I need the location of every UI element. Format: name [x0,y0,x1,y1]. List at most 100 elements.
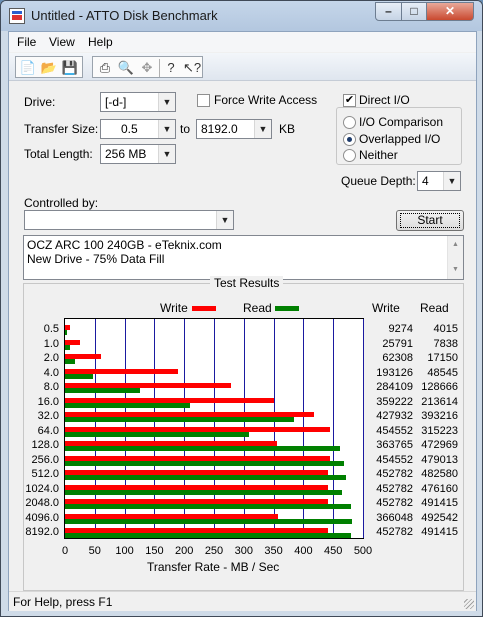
y-tick-label: 2048.0 [25,497,59,509]
read-value: 7838 [433,337,458,350]
chevron-down-icon: ▼ [158,93,175,111]
read-value: 491415 [421,497,458,509]
controlled-by-label: Controlled by: [24,196,99,210]
start-button[interactable]: Start [396,210,464,231]
kb-label: KB [279,122,296,136]
read-bar [65,446,341,451]
print-icon[interactable]: ⎙ [95,59,115,77]
write-legend-label: Write [160,301,188,315]
write-value: 452782 [376,497,413,509]
scroll-up-icon[interactable]: ▲ [452,238,459,252]
transfer-size-label: Transfer Size: [24,122,99,136]
force-write-label: Force Write Access [214,93,318,107]
transfer-to-value: 8192.0 [201,122,238,136]
description-textarea[interactable]: OCZ ARC 100 240GB - eTeknix.com New Driv… [23,235,464,280]
read-bar [65,431,249,437]
menu-view[interactable]: View [49,35,75,49]
x-axis-label: Transfer Rate - MB / Sec [147,560,280,574]
write-value: 452782 [376,482,413,495]
menu-help[interactable]: Help [88,35,113,49]
queue-depth-select[interactable]: 4 ▼ [417,171,461,191]
read-bar [65,489,343,495]
write-value: 359222 [376,395,413,408]
menu-file[interactable]: File [17,35,36,49]
read-bar [65,344,70,350]
write-value: 9274 [388,323,413,335]
x-tick-label: 500 [353,545,373,557]
x-tick-label: 150 [145,545,164,557]
y-tick-label: 128.0 [31,439,59,451]
drive-select[interactable]: [-d-] ▼ [100,92,176,112]
chevron-down-icon: ▼ [158,145,175,163]
description-line-1: OCZ ARC 100 240GB - eTeknix.com [27,238,222,252]
to-label: to [180,122,191,136]
scroll-down-icon[interactable]: ▼ [452,263,459,277]
io-comparison-radio[interactable] [343,116,356,129]
resize-grip-icon[interactable] [464,599,474,609]
save-icon[interactable]: 💾 [60,59,80,77]
status-text: For Help, press F1 [13,595,113,609]
x-tick-label: 450 [324,545,343,557]
read-value: 393216 [421,410,458,422]
read-bar [65,417,294,422]
queue-depth-label: Queue Depth: [341,174,416,188]
neither-label: Neither [359,148,398,162]
menu-bar: File View Help [9,32,476,52]
print-preview-icon[interactable]: 🔍 [116,59,136,77]
write-value: 284109 [376,381,413,393]
description-scrollbar[interactable]: ▲ ▼ [447,236,463,279]
transfer-from-select[interactable]: 0.5 ▼ [100,119,176,139]
y-tick-label: 16.0 [37,395,59,408]
chevron-down-icon: ▼ [443,172,460,190]
transfer-to-select[interactable]: 8192.0 ▼ [196,119,272,139]
total-length-select[interactable]: 256 MB ▼ [100,144,176,164]
read-value: 476160 [421,482,458,495]
x-tick-label: 350 [264,545,283,557]
read-bar [65,359,76,364]
y-tick-label: 64.0 [37,424,59,437]
write-value: 427932 [376,410,413,422]
chevron-down-icon: ▼ [158,120,175,138]
read-legend-swatch [275,306,299,311]
y-tick-label: 256.0 [31,453,59,466]
transfer-from-value: 0.5 [121,122,138,136]
direct-io-checkbox[interactable]: ✔ [343,94,356,107]
y-tick-label: 0.5 [43,323,59,335]
chevron-down-icon: ▼ [216,211,233,229]
x-tick-label: 200 [175,545,194,557]
minimize-button[interactable]: – [375,2,402,21]
new-icon[interactable]: 📄 [18,59,38,77]
write-legend-swatch [192,306,216,311]
x-tick-label: 100 [115,545,134,557]
close-button[interactable]: ✕ [426,2,474,21]
chevron-down-icon: ▼ [254,120,271,138]
controlled-by-select[interactable]: ▼ [24,210,234,230]
open-icon[interactable]: 📂 [39,59,59,77]
move-icon[interactable]: ✥ [137,59,157,77]
y-tick-label: 8192.0 [25,526,59,538]
overlapped-io-radio[interactable] [343,133,356,146]
read-bar [65,475,346,480]
write-value: 452782 [376,468,413,480]
io-comparison-label: I/O Comparison [359,115,444,129]
force-write-checkbox[interactable] [197,94,210,107]
neither-radio[interactable] [343,149,356,162]
maximize-button[interactable]: □ [401,2,427,21]
y-tick-label: 32.0 [37,410,59,422]
read-legend-label: Read [243,301,272,315]
direct-io-label: Direct I/O [359,93,410,107]
context-help-icon[interactable]: ↖? [182,59,202,77]
status-bar: For Help, press F1 [9,591,476,611]
read-bar [65,402,190,408]
test-results-title: Test Results [210,276,284,290]
toolbar-separator [159,59,160,77]
help-icon[interactable]: ? [161,59,181,77]
description-line-2: New Drive - 75% Data Fill [27,252,165,266]
title-bar[interactable]: Untitled - ATTO Disk Benchmark – □ ✕ [1,1,482,31]
overlapped-io-label: Overlapped I/O [359,132,441,146]
test-results-group: Test Results Write Read Write Read 0.5 1.… [23,276,464,591]
read-value: 17150 [427,352,458,364]
client-area: File View Help 📄 📂 💾 ⎙ 🔍 ✥ ? ↖? Drive: [… [8,31,477,611]
write-value: 193126 [376,366,413,379]
read-value: 48545 [427,366,458,379]
